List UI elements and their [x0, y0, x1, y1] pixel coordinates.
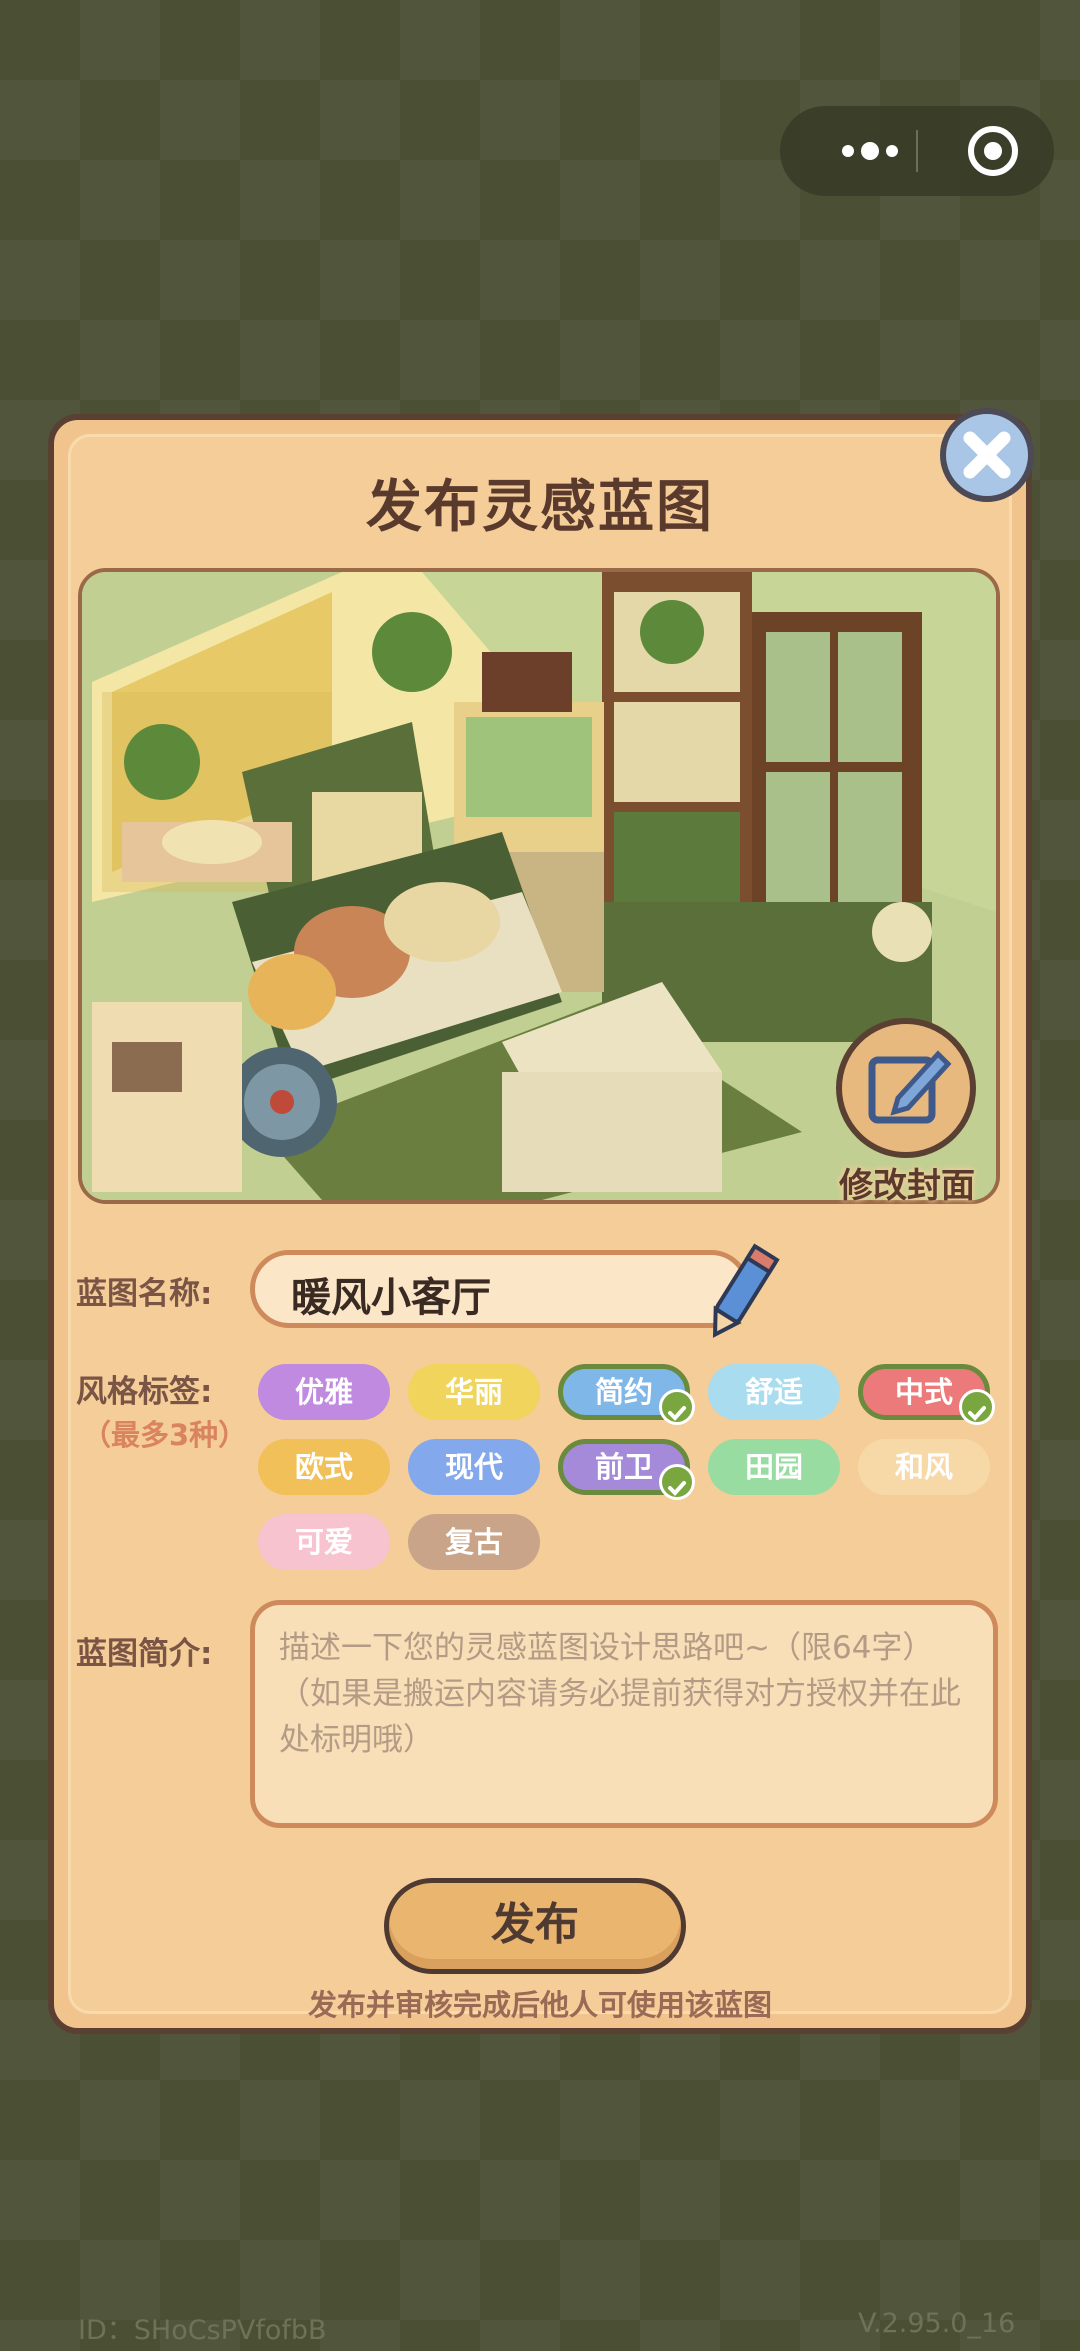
style-tag-label: 华丽: [444, 1375, 503, 1409]
description-label: 蓝图简介:: [76, 1636, 213, 1672]
style-tag[interactable]: 欧式: [258, 1439, 390, 1495]
dialog-title: 发布灵感蓝图: [366, 475, 714, 540]
style-tag[interactable]: 复古: [408, 1514, 540, 1570]
mini-program-capsule: [780, 106, 1054, 196]
capsule-divider: [916, 130, 918, 172]
description-placeholder-2: （如果是搬运内容请务必提前获得对方授权并在此处标明哦）: [279, 1676, 961, 1758]
style-tag[interactable]: 华丽: [408, 1364, 540, 1420]
publish-button[interactable]: 发布: [384, 1878, 686, 1974]
style-tag[interactable]: 前卫: [558, 1439, 695, 1500]
style-tag[interactable]: 简约: [558, 1364, 695, 1425]
style-tag-label: 田园: [744, 1450, 803, 1484]
style-tag-label: 舒适: [744, 1375, 803, 1409]
edit-cover-button[interactable]: [836, 1018, 976, 1158]
style-tag[interactable]: 和风: [858, 1439, 990, 1495]
style-tag-label: 复古: [444, 1525, 503, 1559]
style-tag[interactable]: 现代: [408, 1439, 540, 1495]
style-tag-label: 简约: [594, 1375, 653, 1409]
style-tag-label: 现代: [444, 1450, 503, 1484]
style-tag-label: 前卫: [594, 1450, 653, 1484]
style-tag-label: 中式: [894, 1375, 953, 1409]
style-tag[interactable]: 中式: [858, 1364, 995, 1425]
style-tag-label: 优雅: [294, 1375, 353, 1409]
name-field[interactable]: 暖风小客厅: [250, 1250, 750, 1328]
style-tag-label: 可爱: [294, 1525, 353, 1559]
style-tag[interactable]: 田园: [708, 1439, 840, 1495]
style-tag[interactable]: 舒适: [708, 1364, 840, 1420]
version-label: V.2.95.0_16: [858, 2308, 1016, 2339]
user-id: ID：SHoCsPVfofbB: [78, 2315, 327, 2346]
style-tag-label: 和风: [894, 1450, 953, 1484]
style-label: 风格标签:: [76, 1374, 213, 1410]
edit-icon: [868, 1050, 952, 1124]
check-icon: [959, 1389, 995, 1425]
style-tag-label: 欧式: [294, 1450, 353, 1484]
target-icon[interactable]: [948, 106, 1038, 196]
style-tag[interactable]: 可爱: [258, 1514, 390, 1570]
check-icon: [659, 1389, 695, 1425]
description-input[interactable]: 描述一下您的灵感蓝图设计思路吧~（限64字） （如果是搬运内容请务必提前获得对方…: [250, 1600, 998, 1828]
edit-cover-label[interactable]: 修改封面: [832, 1158, 982, 1207]
check-icon: [659, 1464, 695, 1500]
description-placeholder-1: 描述一下您的灵感蓝图设计思路吧~（限64字）: [279, 1630, 934, 1666]
more-dots-icon[interactable]: [820, 106, 920, 196]
publish-note: 发布并审核完成后他人可使用该蓝图: [307, 1988, 772, 2022]
style-tag[interactable]: 优雅: [258, 1364, 390, 1420]
style-hint: （最多3种）: [82, 1418, 248, 1452]
pencil-icon[interactable]: [696, 1238, 786, 1348]
name-label: 蓝图名称:: [76, 1276, 213, 1312]
name-value: 暖风小客厅: [291, 1275, 491, 1321]
